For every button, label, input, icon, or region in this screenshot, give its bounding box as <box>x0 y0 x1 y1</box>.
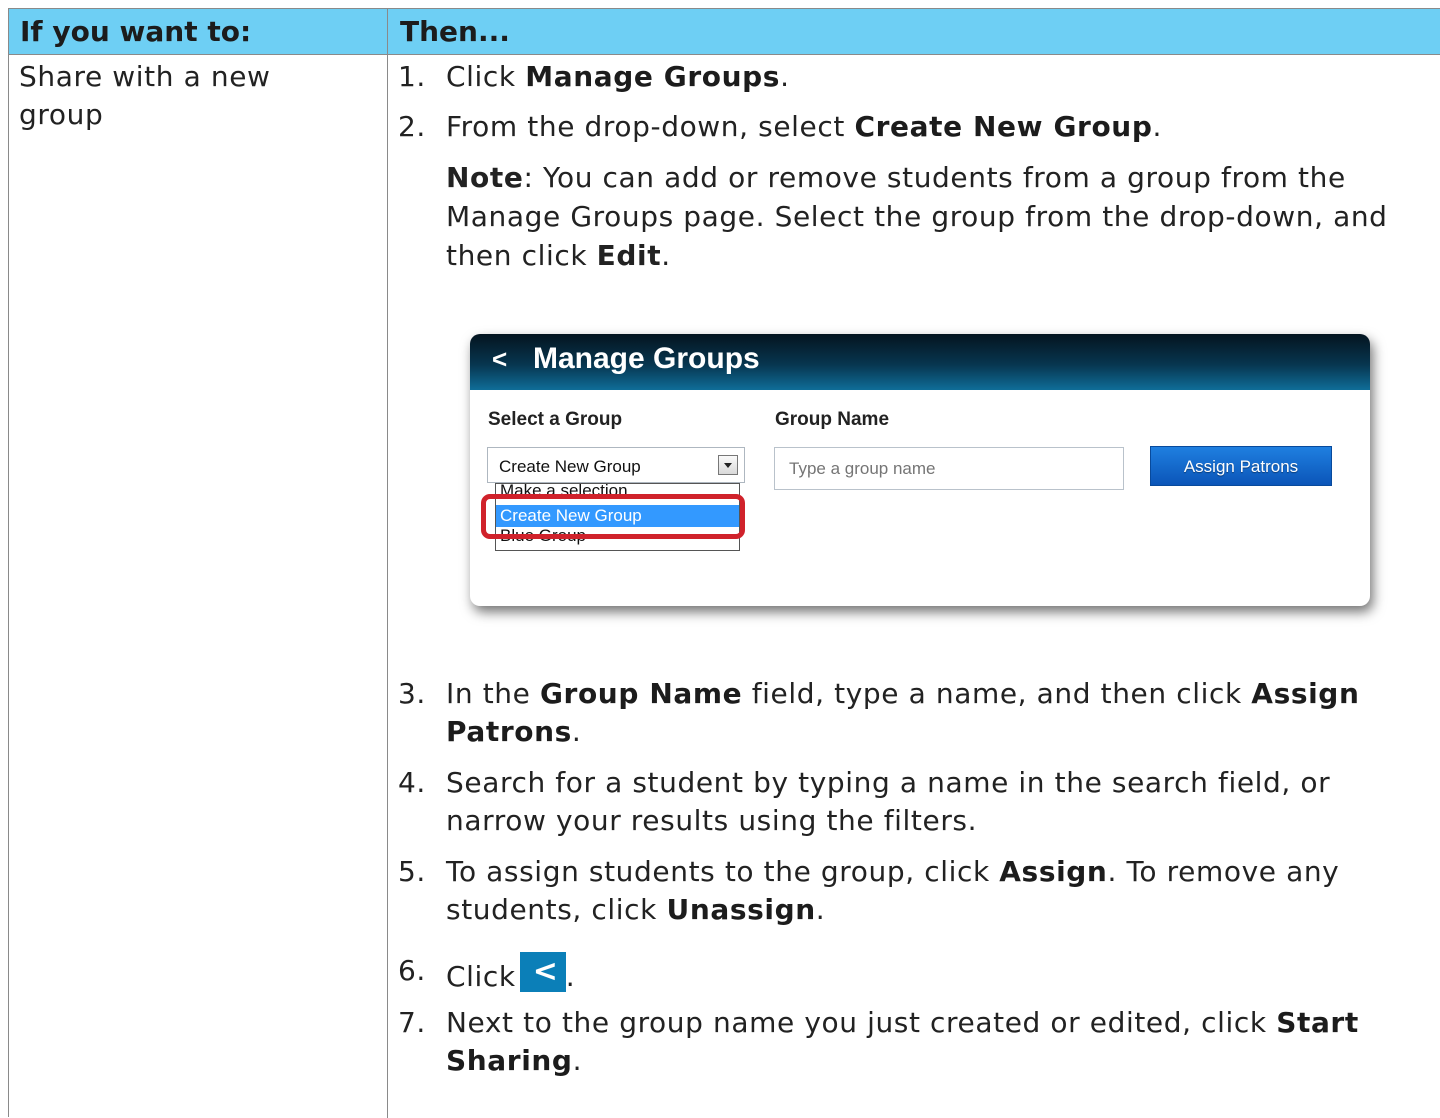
step-text: From the drop-down, select Create New Gr… <box>446 110 1162 143</box>
header-then: Then... <box>400 15 510 48</box>
manage-groups-screenshot: < Manage Groups Select a Group Group Nam… <box>470 334 1370 606</box>
task-cell: Share with a new group <box>19 60 271 131</box>
step-number: 3. <box>398 677 426 710</box>
back-icon: < <box>519 952 566 992</box>
screenshot-title: Manage Groups <box>533 342 760 375</box>
step-number: 2. <box>398 110 426 143</box>
table-header: If you want to: Then... <box>9 9 1440 55</box>
column-divider <box>387 9 388 1118</box>
step-number: 6. <box>398 954 426 987</box>
step-text: To assign students to the group, click A… <box>446 855 1340 926</box>
note-paragraph: Note: You can add or remove students fro… <box>446 161 1388 272</box>
step-text: Click Manage Groups. <box>446 60 790 93</box>
step-number: 5. <box>398 855 426 888</box>
step-number: 1. <box>398 60 426 93</box>
header-if-you-want-to: If you want to: <box>20 15 252 48</box>
group-select[interactable]: Create New Group <box>487 447 745 483</box>
step-text: Click <. <box>446 952 576 993</box>
screenshot-header: < Manage Groups <box>470 334 1370 390</box>
group-name-input[interactable] <box>774 447 1124 490</box>
chevron-down-icon[interactable] <box>718 455 738 475</box>
group-name-label: Group Name <box>775 409 890 430</box>
step-number: 4. <box>398 766 426 799</box>
step-text: Search for a student by typing a name in… <box>446 766 1331 837</box>
step-number: 7. <box>398 1006 426 1039</box>
instruction-page: If you want to: Then... Share with a new… <box>0 0 1440 1118</box>
assign-patrons-button[interactable]: Assign Patrons <box>1150 446 1332 486</box>
step-text: Next to the group name you just created … <box>446 1006 1359 1077</box>
step-text: In the Group Name field, type a name, an… <box>446 677 1360 748</box>
back-chevron-icon[interactable]: < <box>492 344 507 375</box>
select-group-label: Select a Group <box>488 409 623 430</box>
group-select-value: Create New Group <box>499 457 641 476</box>
highlight-callout <box>481 494 745 539</box>
